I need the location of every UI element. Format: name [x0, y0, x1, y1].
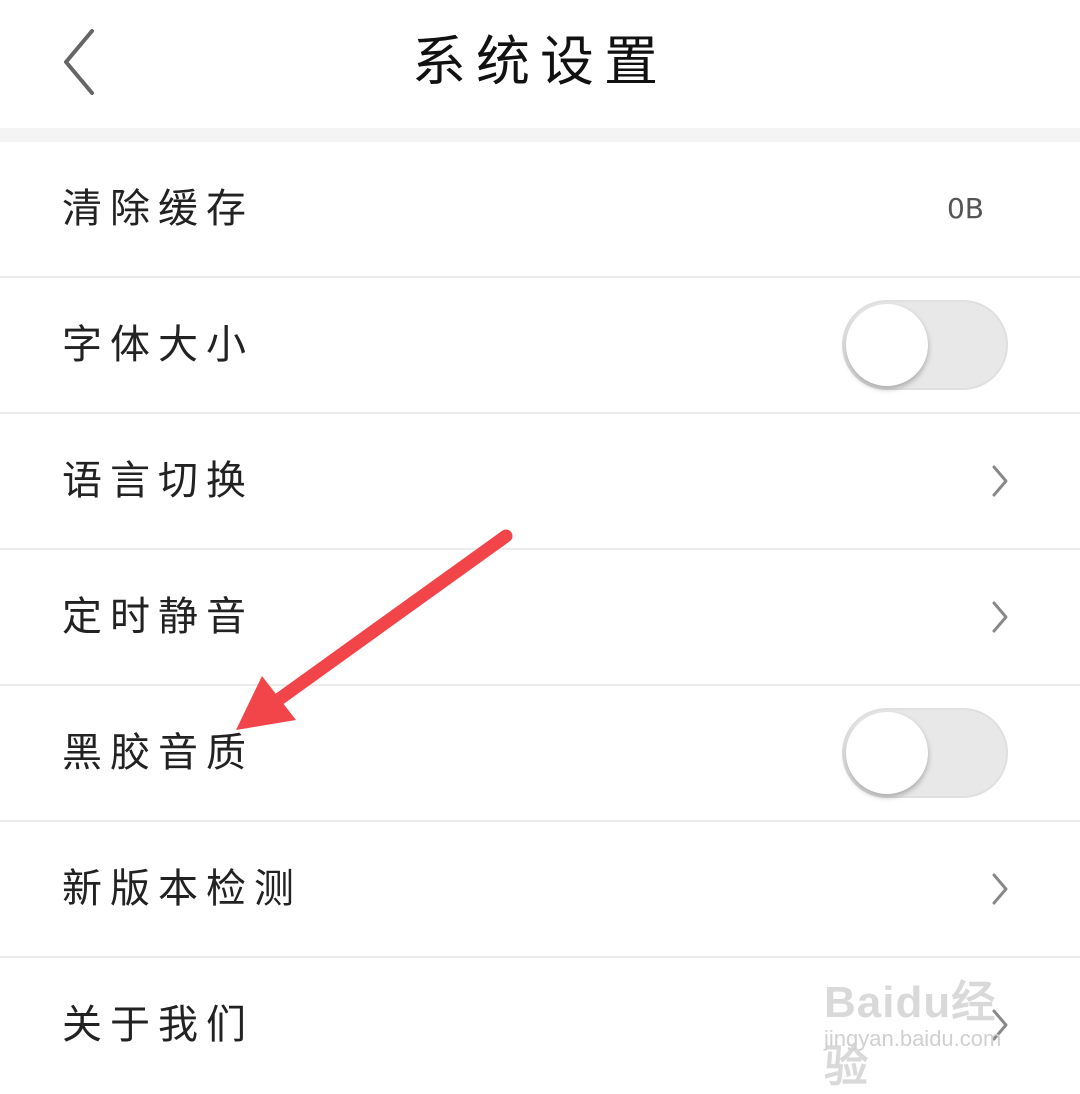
toggle-knob	[846, 712, 928, 794]
setting-label: 清除缓存	[62, 186, 254, 232]
chevron-right-icon	[992, 465, 1008, 497]
setting-label: 新版本检测	[62, 866, 302, 912]
header-divider	[0, 128, 1080, 142]
settings-list: 清除缓存 0B 字体大小 语言切换 定时静音 黑胶音质 新版本检测 关于我们	[0, 142, 1080, 1092]
setting-label: 黑胶音质	[62, 730, 254, 776]
setting-row-font-size: 字体大小	[0, 278, 1080, 414]
setting-label: 语言切换	[62, 458, 254, 504]
vinyl-quality-toggle[interactable]	[842, 708, 1008, 798]
setting-label: 定时静音	[62, 594, 254, 640]
app-header: 系统设置	[0, 0, 1080, 128]
page-title: 系统设置	[412, 30, 668, 93]
cache-size-value: 0B	[946, 192, 984, 225]
setting-row-vinyl-quality: 黑胶音质	[0, 686, 1080, 822]
setting-label: 字体大小	[62, 322, 254, 368]
setting-row-language[interactable]: 语言切换	[0, 414, 1080, 550]
setting-row-clear-cache[interactable]: 清除缓存 0B	[0, 142, 1080, 278]
chevron-right-icon	[992, 601, 1008, 633]
font-size-toggle[interactable]	[842, 300, 1008, 390]
setting-row-version-check[interactable]: 新版本检测	[0, 822, 1080, 958]
setting-label: 关于我们	[62, 1002, 254, 1048]
chevron-right-icon	[992, 873, 1008, 905]
setting-row-timed-mute[interactable]: 定时静音	[0, 550, 1080, 686]
chevron-right-icon	[992, 1009, 1008, 1041]
toggle-knob	[846, 304, 928, 386]
setting-row-about-us[interactable]: 关于我们	[0, 958, 1080, 1092]
